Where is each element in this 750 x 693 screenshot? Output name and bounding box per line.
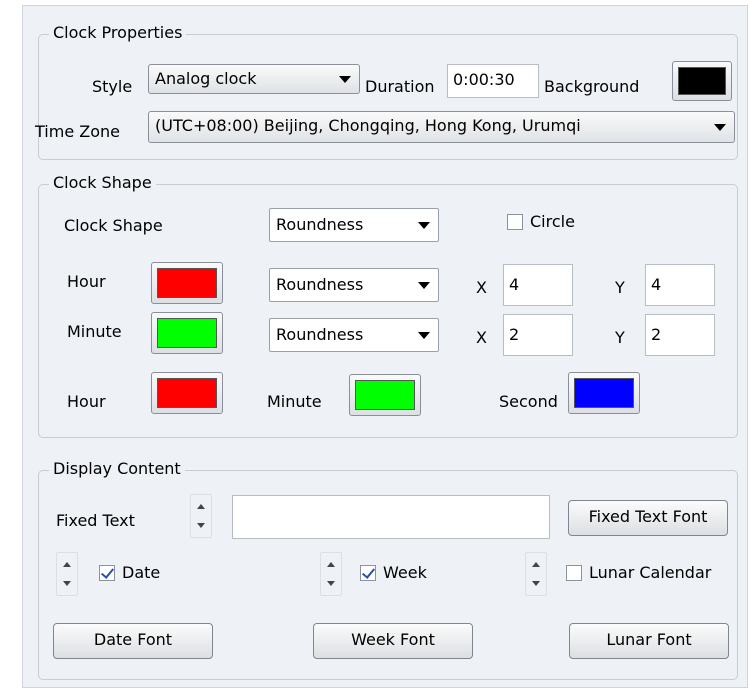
spin-down-icon[interactable] [532, 581, 540, 586]
week-label: Week [383, 563, 427, 582]
style-dropdown[interactable]: Analog clock [148, 64, 360, 94]
chevron-down-icon [418, 332, 430, 339]
lunar-calendar-checkbox[interactable] [566, 565, 582, 581]
hour-x-value: 4 [509, 275, 520, 294]
hour-label: Hour [67, 272, 106, 291]
minute-shape-value: Roundness [276, 325, 364, 344]
duration-value: 0:00:30 [453, 70, 515, 89]
timezone-value: (UTC+08:00) Beijing, Chongqing, Hong Kon… [155, 116, 581, 135]
week-checkbox[interactable] [360, 565, 376, 581]
week-font-button[interactable]: Week Font [313, 623, 473, 659]
minute-x-input[interactable]: 2 [503, 314, 573, 356]
date-label: Date [122, 563, 161, 582]
hour-color-button[interactable] [151, 262, 223, 304]
spin-up-icon[interactable] [63, 562, 71, 567]
hand-hour-label: Hour [67, 392, 106, 411]
background-color-button[interactable] [672, 61, 732, 101]
fixed-text-label: Fixed Text [56, 511, 135, 530]
spin-up-icon[interactable] [532, 562, 540, 567]
week-order-spinner[interactable] [320, 552, 342, 596]
chevron-down-icon [714, 124, 726, 131]
lunar-font-button[interactable]: Lunar Font [569, 623, 729, 659]
hour-y-value: 4 [651, 275, 662, 294]
background-color-swatch [678, 67, 726, 95]
hour-shape-dropdown[interactable]: Roundness [269, 268, 439, 302]
date-order-spinner[interactable] [56, 552, 78, 596]
hour-x-label: X [476, 278, 487, 297]
minute-y-value: 2 [651, 325, 662, 344]
hour-color-swatch [157, 268, 217, 298]
minute-color-swatch [157, 318, 217, 348]
hand-minute-color-button[interactable] [349, 374, 421, 416]
group-title: Clock Properties [49, 23, 187, 43]
lunar-order-spinner[interactable] [525, 552, 547, 596]
group-title: Clock Shape [49, 173, 156, 193]
minute-y-input[interactable]: 2 [645, 314, 715, 356]
clock-shape-label: Clock Shape [64, 216, 163, 235]
hand-second-color-button[interactable] [568, 372, 640, 414]
hand-hour-color-button[interactable] [151, 372, 223, 414]
hand-minute-label: Minute [267, 392, 322, 411]
style-value: Analog clock [155, 69, 257, 88]
spin-down-icon[interactable] [327, 581, 335, 586]
minute-label: Minute [67, 322, 122, 341]
duration-input[interactable]: 0:00:30 [447, 64, 539, 98]
timezone-label: Time Zone [35, 122, 120, 141]
timezone-dropdown[interactable]: (UTC+08:00) Beijing, Chongqing, Hong Kon… [148, 111, 735, 143]
minute-y-label: Y [615, 328, 625, 347]
spin-down-icon[interactable] [63, 581, 71, 586]
chevron-down-icon [339, 76, 351, 83]
chevron-down-icon [418, 222, 430, 229]
chevron-down-icon [418, 282, 430, 289]
background-label: Background [544, 77, 640, 96]
lunar-calendar-label: Lunar Calendar [589, 563, 712, 582]
style-label: Style [92, 77, 133, 96]
fixed-text-font-button[interactable]: Fixed Text Font [568, 500, 728, 536]
date-font-button[interactable]: Date Font [53, 623, 213, 659]
hand-second-label: Second [499, 392, 558, 411]
minute-x-label: X [476, 328, 487, 347]
hand-hour-color-swatch [157, 378, 217, 408]
group-title: Display Content [49, 459, 185, 479]
hour-y-label: Y [615, 278, 625, 297]
circle-checkbox[interactable] [507, 214, 523, 230]
clock-settings-panel: Clock Properties Style Analog clock Dura… [22, 5, 748, 688]
hand-second-color-swatch [574, 378, 634, 408]
circle-label: Circle [530, 212, 575, 231]
duration-label: Duration [365, 77, 435, 96]
clock-shape-value: Roundness [276, 215, 364, 234]
spin-down-icon[interactable] [197, 523, 205, 528]
minute-x-value: 2 [509, 325, 520, 344]
fixed-text-input[interactable] [232, 495, 550, 539]
hand-minute-color-swatch [355, 380, 415, 410]
hour-y-input[interactable]: 4 [645, 264, 715, 306]
date-checkbox[interactable] [99, 565, 115, 581]
hour-x-input[interactable]: 4 [503, 264, 573, 306]
minute-color-button[interactable] [151, 312, 223, 354]
hour-shape-value: Roundness [276, 275, 364, 294]
spin-up-icon[interactable] [197, 504, 205, 509]
spin-up-icon[interactable] [327, 562, 335, 567]
fixed-text-order-spinner[interactable] [190, 494, 212, 538]
clock-shape-dropdown[interactable]: Roundness [269, 208, 439, 242]
minute-shape-dropdown[interactable]: Roundness [269, 318, 439, 352]
